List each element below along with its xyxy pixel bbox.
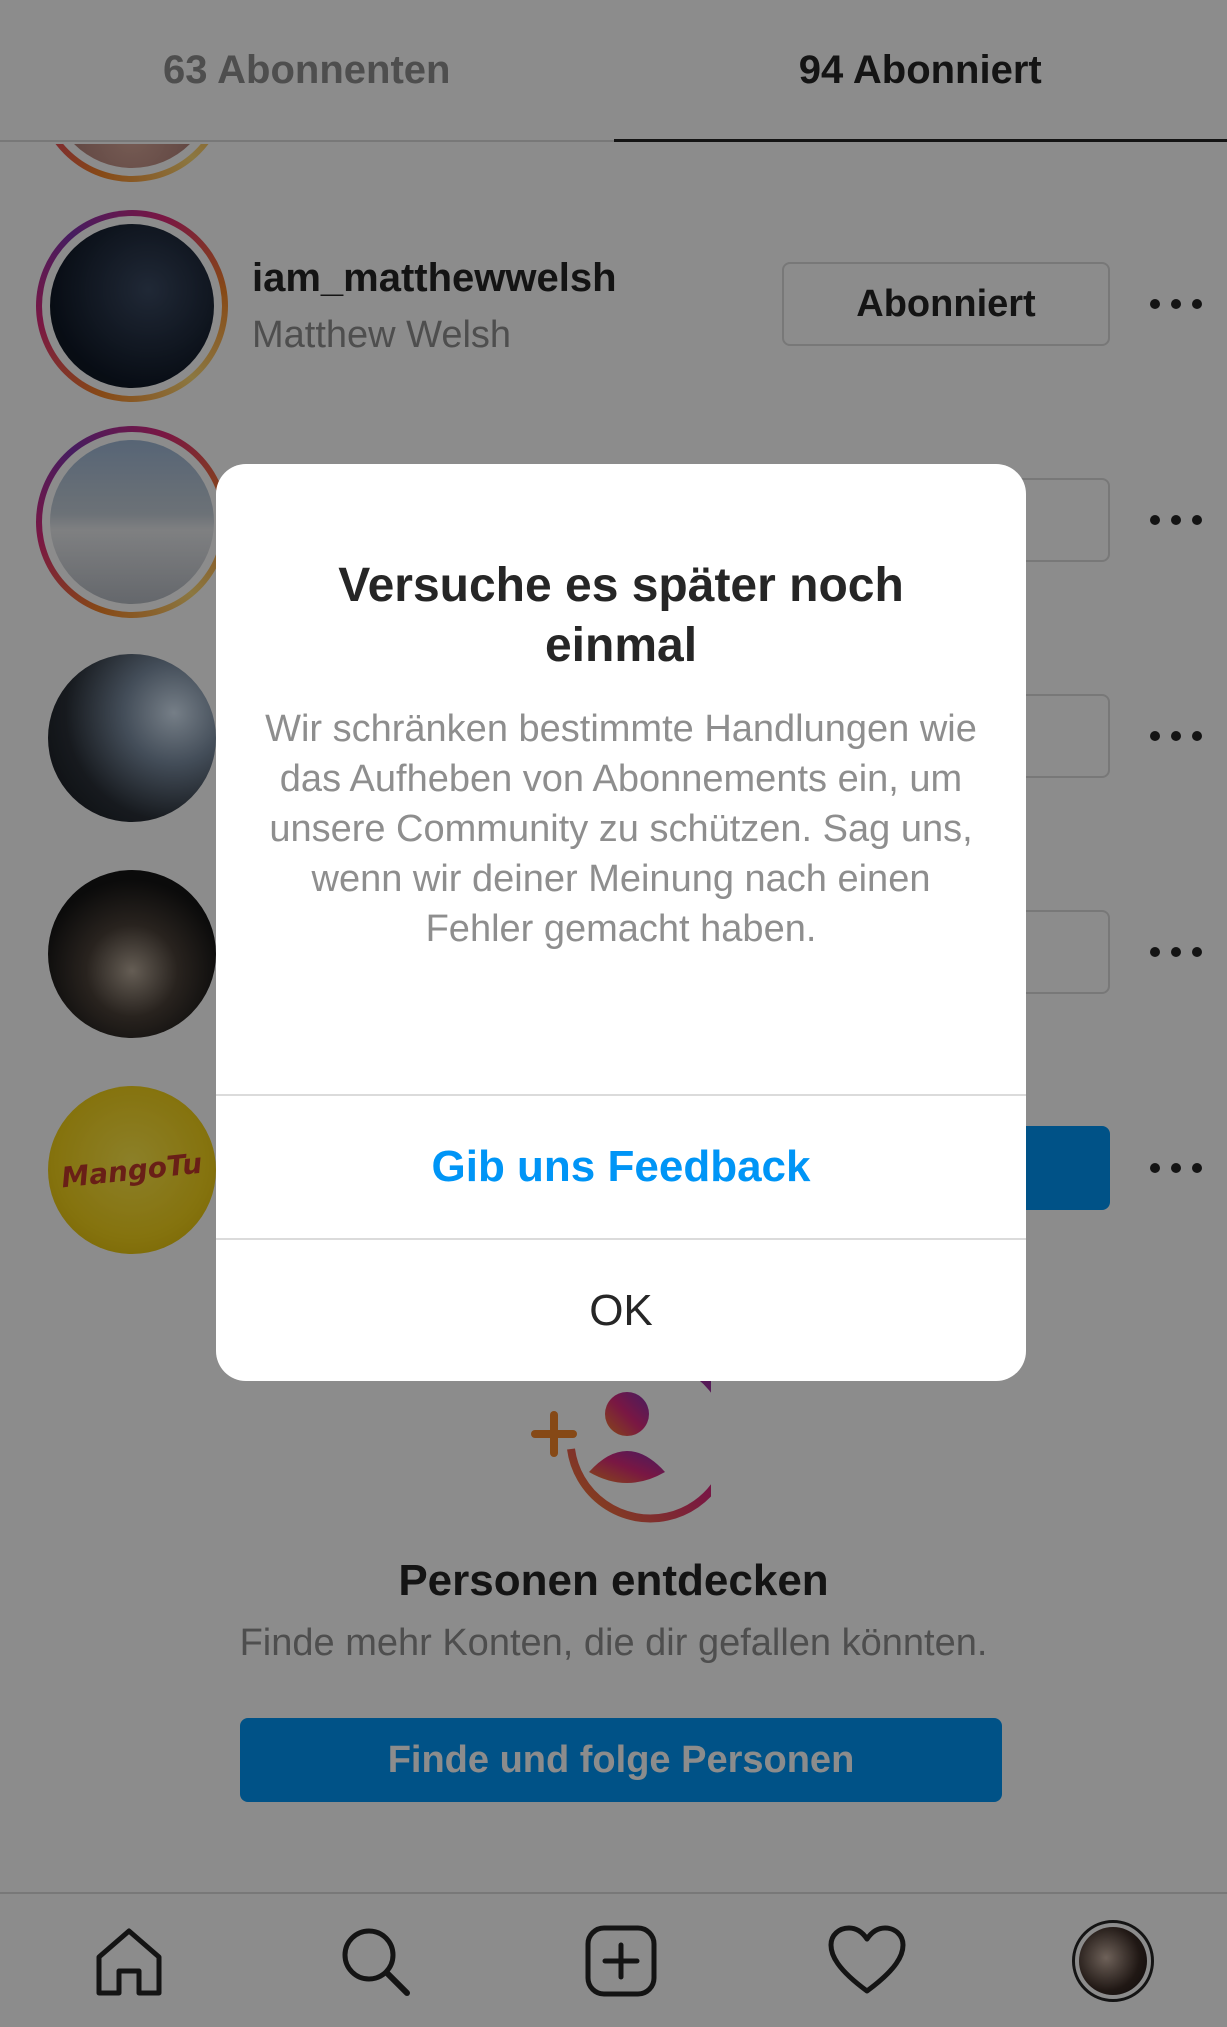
dialog-message: Wir schränken bestimmte Handlungen wie d… [265,708,977,950]
feedback-button[interactable]: Gib uns Feedback [216,1096,1026,1238]
action-blocked-dialog: Versuche es später noch einmal Wir schrä… [216,464,1026,1381]
dialog-title: Versuche es später noch einmal [338,559,904,672]
ok-button[interactable]: OK [216,1240,1026,1381]
